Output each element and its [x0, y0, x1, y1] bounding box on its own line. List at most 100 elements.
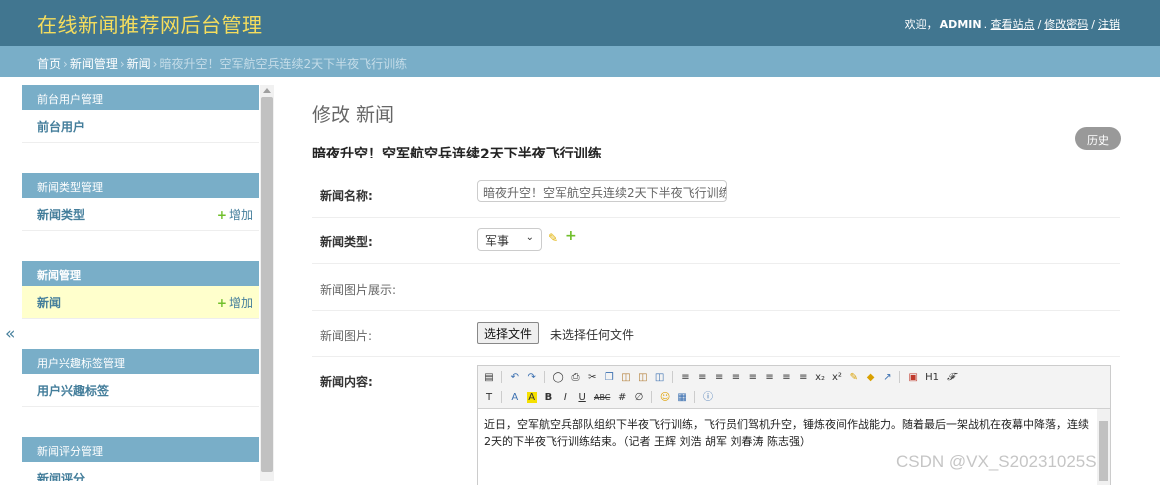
font-size-icon[interactable]: T	[484, 392, 494, 403]
sidebar-item-label[interactable]: 新闻	[37, 294, 61, 311]
link-icon[interactable]: ↗	[882, 372, 892, 383]
sidebar-item-news-types: 新闻类型 + 增加	[22, 198, 259, 231]
ordered-list-icon[interactable]: ≡	[748, 372, 758, 383]
add-news-button[interactable]: + 增加	[217, 294, 253, 311]
toolbar-row-1: ▤ ↶ ↷ ◯ ⎙ ✂ ❐ ◫ ◫ ◫ ≡ ≡ ≡ ≡ ≡ ≡ ≡ ≡ x₂ x…	[484, 369, 1106, 388]
module-ratings: 新闻评分管理 新闻评分	[22, 437, 259, 481]
breadcrumb-separator: ›	[152, 57, 158, 71]
justify-icon[interactable]: ≡	[731, 372, 741, 383]
add-news-type-button[interactable]: + 增加	[217, 206, 253, 223]
cut-icon[interactable]: ✂	[587, 372, 597, 383]
superscript-icon[interactable]: x²	[832, 372, 842, 383]
background-color-icon[interactable]: A	[526, 392, 537, 403]
module-caption[interactable]: 新闻评分管理	[22, 437, 259, 462]
preview-icon[interactable]: ◯	[552, 372, 563, 383]
file-status: 未选择任何文件	[550, 328, 635, 342]
object-title: 暗夜升空！空军航空兵连续2天下半夜飞行训练	[312, 147, 602, 158]
copy-icon[interactable]: ❐	[604, 372, 614, 383]
content-text: 近日，空军航空兵部队组织下半夜飞行训练，飞行员们驾机升空，锤炼夜间作战能力。随着…	[484, 418, 1089, 448]
toggle-nav-sidebar-button[interactable]: «	[5, 324, 15, 344]
scrollbar-thumb[interactable]	[1099, 421, 1108, 481]
undo-icon[interactable]: ↶	[510, 372, 520, 383]
separator: /	[1037, 18, 1042, 31]
paste-word-icon[interactable]: ◫	[655, 372, 665, 383]
indent-icon[interactable]: ≡	[781, 372, 791, 383]
toolbar-separator	[694, 390, 696, 403]
image-label: 新闻图片:	[320, 329, 373, 343]
align-center-icon[interactable]: ≡	[697, 372, 707, 383]
username: ADMIN	[939, 18, 982, 31]
toolbar-separator	[501, 370, 502, 383]
toolbar-separator	[651, 390, 653, 403]
module-caption[interactable]: 前台用户管理	[22, 85, 259, 110]
sidebar-item-label[interactable]: 用户兴趣标签	[37, 382, 109, 399]
module-frontend-users: 前台用户管理 前台用户	[22, 85, 259, 143]
font-family-icon[interactable]: 𝓕	[946, 372, 956, 383]
sidebar-item-label[interactable]: 新闻评分	[37, 470, 85, 481]
plus-icon: +	[216, 208, 227, 222]
editor-scrollbar[interactable]	[1097, 409, 1110, 485]
type-select[interactable]: 军事 ⌄	[477, 228, 542, 251]
sidebar-scrollbar[interactable]	[260, 85, 274, 481]
image-icon[interactable]: ▦	[677, 392, 687, 403]
subscript-icon[interactable]: x₂	[815, 372, 825, 383]
header-bar: 在线新闻推荐网后台管理 欢迎， ADMIN. 查看站点 / 修改密码 / 注销	[0, 0, 1160, 46]
align-right-icon[interactable]: ≡	[714, 372, 724, 383]
outdent-icon[interactable]: ≡	[798, 372, 808, 383]
editor-content[interactable]: 近日，空军航空兵部队组织下半夜飞行训练，飞行员们驾机升空，锤炼夜间作战能力。随着…	[478, 409, 1110, 485]
change-password-link[interactable]: 修改密码	[1044, 18, 1088, 31]
name-input[interactable]: 暗夜升空！空军航空兵连续2天下半夜飞行训练	[477, 180, 727, 202]
select-all-icon[interactable]: ◆	[866, 372, 876, 383]
align-left-icon[interactable]: ≡	[680, 372, 690, 383]
paste-text-icon[interactable]: ◫	[638, 372, 648, 383]
table-icon[interactable]: #	[617, 392, 627, 403]
breadcrumb-home[interactable]: 首页	[37, 57, 61, 71]
heading-icon[interactable]: H1	[925, 372, 939, 383]
logout-link[interactable]: 注销	[1098, 18, 1120, 31]
italic-icon[interactable]: I	[560, 392, 570, 403]
watermark: CSDN @VX_S20231025S	[896, 452, 1097, 471]
strikethrough-icon[interactable]: ABC	[594, 393, 610, 402]
view-site-link[interactable]: 查看站点	[991, 18, 1035, 31]
bold-icon[interactable]: B	[543, 392, 553, 403]
breadcrumb-separator: ›	[119, 57, 125, 71]
pencil-icon[interactable]: ✎	[548, 231, 558, 245]
history-button[interactable]: 历史	[1075, 127, 1121, 150]
underline-icon[interactable]: U	[577, 392, 587, 403]
horizontal-rule-icon[interactable]: ∅	[634, 392, 644, 403]
module-news-types: 新闻类型管理 新闻类型 + 增加	[22, 173, 259, 231]
scrollbar-thumb[interactable]	[261, 97, 273, 472]
sidebar-item-users: 前台用户	[22, 110, 259, 143]
separator: /	[1091, 18, 1095, 31]
site-title[interactable]: 在线新闻推荐网后台管理	[37, 9, 263, 38]
form-row-image: 新闻图片: 选择文件 未选择任何文件	[312, 311, 1120, 357]
welcome-text: 欢迎，	[904, 18, 938, 31]
emoticon-icon[interactable]: ☺	[660, 392, 670, 403]
sidebar-item-interest-tags: 用户兴趣标签	[22, 374, 259, 407]
font-color-icon[interactable]: A	[510, 392, 520, 403]
breadcrumb-app[interactable]: 新闻管理	[70, 57, 118, 71]
paste-icon[interactable]: ◫	[621, 372, 631, 383]
print-icon[interactable]: ⎙	[571, 372, 581, 383]
module-caption[interactable]: 新闻类型管理	[22, 173, 259, 198]
module-caption[interactable]: 新闻管理	[22, 261, 259, 286]
breadcrumb-model[interactable]: 新闻	[127, 57, 151, 71]
toolbar-separator	[501, 390, 502, 403]
scroll-up-arrow-icon[interactable]	[263, 88, 271, 93]
clear-format-icon[interactable]: ✎	[849, 372, 859, 383]
unordered-list-icon[interactable]: ≡	[765, 372, 775, 383]
choose-file-button[interactable]: 选择文件	[477, 322, 540, 344]
type-label: 新闻类型:	[320, 235, 373, 249]
breadcrumb-separator: ›	[63, 57, 68, 71]
module-caption[interactable]: 用户兴趣标签管理	[22, 349, 259, 374]
breadcrumb-current: 暗夜升空！空军航空兵连续2天下半夜飞行训练	[159, 57, 408, 71]
redo-icon[interactable]: ↷	[527, 372, 537, 383]
source-icon[interactable]: ▤	[484, 372, 494, 383]
sidebar-item-label[interactable]: 前台用户	[37, 118, 85, 135]
sidebar-item-label[interactable]: 新闻类型	[37, 206, 85, 223]
main-content: 修改 新闻 历史 暗夜升空！空军航空兵连续2天下半夜飞行训练 新闻名称: 暗夜升…	[274, 77, 1160, 485]
fullscreen-icon[interactable]: ▣	[908, 372, 918, 383]
help-icon[interactable]: ⓘ	[703, 388, 713, 403]
breadcrumb: 首页 › 新闻管理 › 新闻 › 暗夜升空！空军航空兵连续2天下半夜飞行训练	[0, 46, 1160, 77]
add-icon[interactable]: +	[565, 228, 577, 244]
